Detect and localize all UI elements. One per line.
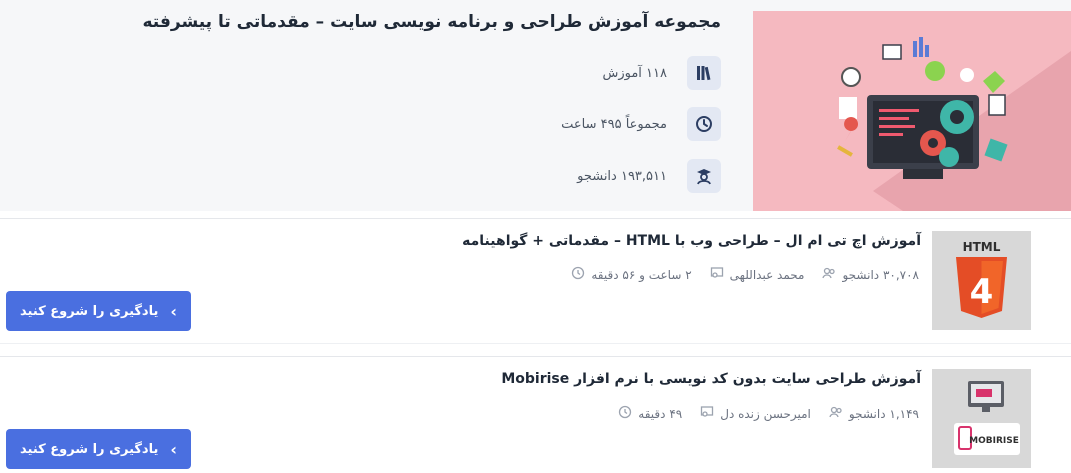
meta-students: ۱,۱۴۹ دانشجو bbox=[829, 405, 919, 422]
start-learning-button[interactable]: یادگیری را شروع کنید ‹ bbox=[6, 291, 191, 331]
meta-students-text: ۳۰,۷۰۸ دانشجو bbox=[842, 267, 919, 282]
stat-courses: ۱۱۸ آموزش bbox=[602, 55, 721, 91]
thumb-html-number: 4 bbox=[970, 272, 994, 312]
course-meta: ۱,۱۴۹ دانشجو امیرحسن زنده دل ۴۹ دقیقه bbox=[618, 405, 919, 422]
stat-students: ۱۹۳,۵۱۱ دانشجو bbox=[577, 158, 721, 194]
teacher-icon bbox=[710, 266, 724, 283]
start-learning-label: یادگیری را شروع کنید bbox=[20, 303, 159, 319]
clock-icon bbox=[687, 107, 721, 141]
stat-duration-text: مجموعاً ۴۹۵ ساعت bbox=[561, 116, 667, 132]
student-icon bbox=[687, 159, 721, 193]
stat-courses-text: ۱۱۸ آموزش bbox=[602, 65, 667, 81]
divider bbox=[0, 343, 1071, 344]
course-thumbnail-html[interactable]: HTML 4 bbox=[932, 231, 1031, 330]
chevron-left-icon: ‹ bbox=[170, 301, 177, 321]
start-learning-button[interactable]: یادگیری را شروع کنید ‹ bbox=[6, 429, 191, 469]
course-meta: ۳۰,۷۰۸ دانشجو محمد عبداللهی ۲ ساعت و ۵۶ … bbox=[571, 266, 919, 283]
course-title[interactable]: آموزش اچ تی ام ال – طراحی وب با HTML – م… bbox=[462, 233, 921, 249]
stat-duration: مجموعاً ۴۹۵ ساعت bbox=[561, 106, 721, 142]
meta-duration-text: ۴۹ دقیقه bbox=[638, 406, 683, 421]
meta-duration: ۲ ساعت و ۵۶ دقیقه bbox=[571, 266, 692, 283]
clock-icon bbox=[571, 266, 585, 283]
thumb-html-label: HTML bbox=[963, 240, 1001, 254]
meta-teacher-text[interactable]: امیرحسن زنده دل bbox=[720, 407, 811, 421]
series-title[interactable]: مجموعه آموزش طراحی و برنامه نویسی سایت –… bbox=[142, 12, 721, 32]
clock-icon bbox=[618, 405, 632, 422]
meta-teacher: امیرحسن زنده دل bbox=[700, 405, 811, 422]
series-hero-image[interactable] bbox=[753, 11, 1071, 211]
users-icon bbox=[822, 266, 836, 283]
meta-students-text: ۱,۱۴۹ دانشجو bbox=[848, 406, 919, 421]
meta-duration: ۴۹ دقیقه bbox=[618, 405, 682, 422]
series-header: مجموعه آموزش طراحی و برنامه نویسی سایت –… bbox=[0, 0, 1071, 211]
stat-students-text: ۱۹۳,۵۱۱ دانشجو bbox=[577, 168, 667, 184]
meta-duration-text: ۲ ساعت و ۵۶ دقیقه bbox=[591, 267, 692, 282]
meta-teacher: محمد عبداللهی bbox=[710, 266, 805, 283]
books-icon bbox=[687, 56, 721, 90]
meta-students: ۳۰,۷۰۸ دانشجو bbox=[822, 266, 919, 283]
teacher-icon bbox=[700, 405, 714, 422]
start-learning-label: یادگیری را شروع کنید bbox=[20, 441, 159, 457]
course-title[interactable]: آموزش طراحی سایت بدون کد نویسی با نرم اف… bbox=[501, 371, 921, 387]
divider bbox=[0, 356, 1071, 357]
chevron-left-icon: ‹ bbox=[170, 439, 177, 459]
thumb-mobirise-label: MOBIRISE bbox=[969, 436, 1019, 446]
divider bbox=[0, 218, 1071, 219]
users-icon bbox=[829, 405, 843, 422]
course-thumbnail-mobirise[interactable]: MOBIRISE bbox=[932, 369, 1031, 468]
meta-teacher-text[interactable]: محمد عبداللهی bbox=[730, 268, 805, 282]
